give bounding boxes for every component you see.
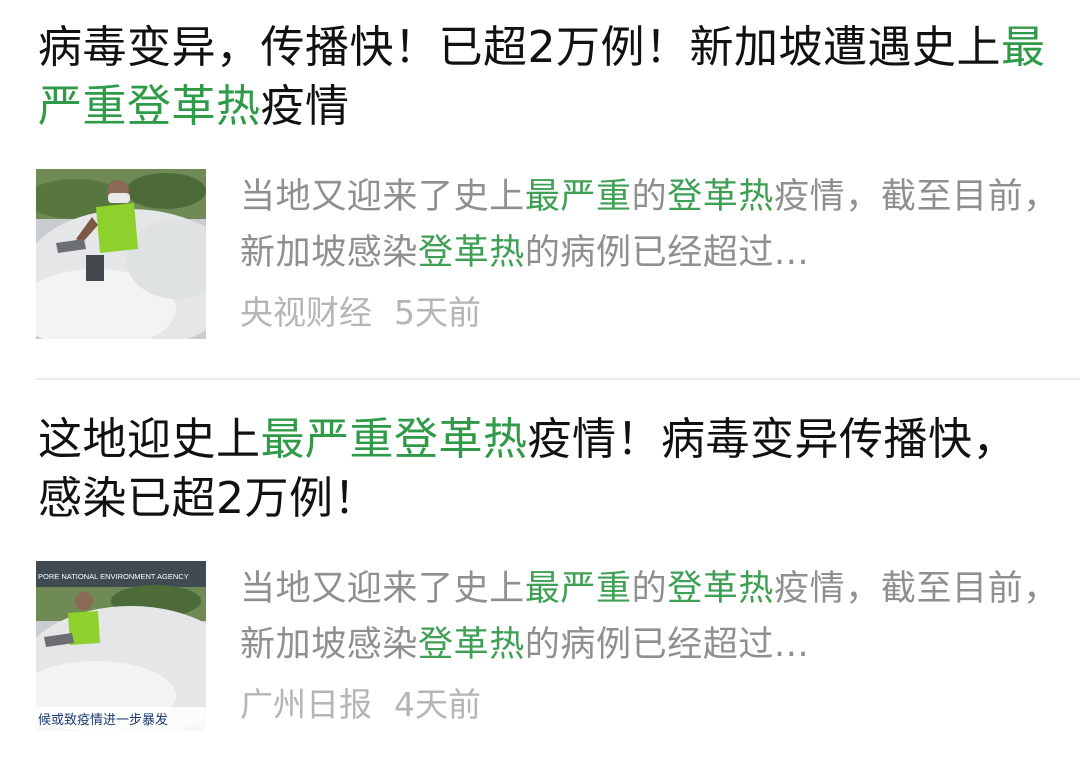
- article-card-2[interactable]: 这地迎史上最严重登革热疫情！病毒变异传播快，感染已超2万例！ PORE NATI…: [0, 410, 1080, 733]
- summary-text: 的病例已经超过...: [524, 233, 810, 273]
- thumbnail-caption-top: PORE NATIONAL ENVIRONMENT AGENCY: [38, 572, 189, 581]
- summary-keyword-highlight: 登革热: [418, 233, 525, 273]
- summary-text: 当地又迎来了史上: [240, 569, 525, 609]
- article-source[interactable]: 广州日报: [240, 685, 372, 724]
- summary-text: 的: [631, 569, 668, 609]
- article-meta: 央视财经 5天前: [240, 291, 481, 335]
- summary-keyword-highlight: 最严重: [524, 177, 632, 217]
- search-results-page: 病毒变异，传播快！已超2万例！新加坡遭遇史上最严重登革热疫情 当地又迎来了史上最…: [0, 0, 1080, 761]
- title-text: 疫情: [260, 81, 350, 132]
- summary-keyword-highlight: 登革热: [667, 569, 775, 609]
- article-summary: 当地又迎来了史上最严重的登革热疫情，截至目前，新加坡感染登革热的病例已经超过..…: [240, 561, 1060, 673]
- fogging-worker-news-photo-icon[interactable]: PORE NATIONAL ENVIRONMENT AGENCY 候或致疫情进一…: [36, 561, 206, 731]
- thumbnail-image: [36, 169, 206, 339]
- divider: [36, 378, 1080, 380]
- article-title[interactable]: 病毒变异，传播快！已超2万例！新加坡遭遇史上最严重登革热疫情: [38, 18, 1048, 136]
- article-body: PORE NATIONAL ENVIRONMENT AGENCY 候或致疫情进一…: [0, 561, 1080, 733]
- summary-keyword-highlight: 登革热: [667, 177, 775, 217]
- article-meta: 广州日报 4天前: [240, 683, 481, 727]
- summary-text: 的病例已经超过...: [524, 625, 810, 665]
- title-keyword-highlight: 最严重登革热: [260, 414, 528, 465]
- article-time: 5天前: [394, 293, 481, 332]
- title-text: 病毒变异，传播快！已超2万例！新加坡遭遇史上: [38, 22, 1001, 73]
- article-card-1[interactable]: 病毒变异，传播快！已超2万例！新加坡遭遇史上最严重登革热疫情 当地又迎来了史上最…: [0, 18, 1080, 341]
- thumbnail-image: PORE NATIONAL ENVIRONMENT AGENCY 候或致疫情进一…: [36, 561, 206, 731]
- article-time: 4天前: [394, 685, 481, 724]
- summary-text: 当地又迎来了史上: [240, 177, 525, 217]
- fogging-worker-photo-icon[interactable]: [36, 169, 206, 339]
- summary-text: 的: [631, 177, 668, 217]
- article-title[interactable]: 这地迎史上最严重登革热疫情！病毒变异传播快，感染已超2万例！: [38, 410, 1048, 528]
- article-summary: 当地又迎来了史上最严重的登革热疫情，截至目前，新加坡感染登革热的病例已经超过..…: [240, 169, 1060, 281]
- article-source[interactable]: 央视财经: [240, 293, 372, 332]
- thumbnail-caption-bottom: 候或致疫情进一步暴发: [38, 712, 168, 728]
- summary-keyword-highlight: 最严重: [524, 569, 632, 609]
- title-text: 这地迎史上: [38, 414, 261, 465]
- article-body: 当地又迎来了史上最严重的登革热疫情，截至目前，新加坡感染登革热的病例已经超过..…: [0, 169, 1080, 341]
- summary-keyword-highlight: 登革热: [418, 625, 525, 665]
